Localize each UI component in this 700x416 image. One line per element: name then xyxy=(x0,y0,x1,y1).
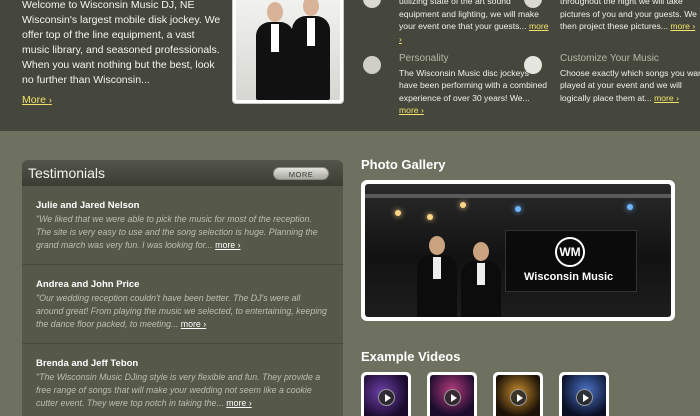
feature-personality-more-link[interactable]: more › xyxy=(399,105,424,115)
intro-more-label: More xyxy=(22,94,46,106)
intro-more-link[interactable]: More › xyxy=(22,94,52,106)
banner-logo: WM xyxy=(555,237,585,267)
gallery-person-left xyxy=(417,236,457,317)
stage-banner: WM Wisconsin Music xyxy=(505,230,637,292)
banner-text: Wisconsin Music xyxy=(524,271,614,283)
testimonial-name: Andrea and John Price xyxy=(36,279,140,290)
video-thumbnail[interactable] xyxy=(559,372,609,416)
stage-light xyxy=(627,204,633,210)
example-videos-title: Example Videos xyxy=(361,349,461,364)
stage-light xyxy=(515,206,521,212)
testimonial-item: Brenda and Jeff Tebon "The Wisconsin Mus… xyxy=(22,344,343,416)
testimonial-quote: "The Wisconsin Music DJing style is very… xyxy=(36,371,329,410)
play-icon xyxy=(444,389,461,406)
photo-gallery-frame[interactable]: WM Wisconsin Music xyxy=(361,180,675,321)
feature-photos: throughout the night we will take pictur… xyxy=(560,0,700,33)
feature-customize: Customize Your Music Choose exactly whic… xyxy=(560,53,700,104)
testimonial-name: Julie and Jared Nelson xyxy=(36,200,140,211)
stage-light xyxy=(460,202,466,208)
play-icon xyxy=(378,389,395,406)
microphone-icon xyxy=(363,56,381,74)
feature-personality-text: The Wisconsin Music disc jockeys have be… xyxy=(399,67,548,103)
lighting-truss xyxy=(365,194,671,198)
testimonials-more-button[interactable]: MORE xyxy=(273,166,329,180)
testimonial-more-link[interactable]: more › xyxy=(181,319,206,329)
gallery-photo: WM Wisconsin Music xyxy=(365,184,671,317)
video-thumbnail[interactable] xyxy=(493,372,543,416)
feature-customize-title: Customize Your Music xyxy=(560,53,659,64)
gallery-person-right xyxy=(461,242,501,317)
testimonial-more-link[interactable]: more › xyxy=(226,398,251,408)
stage-light xyxy=(395,210,401,216)
intro-text: Welcome to Wisconsin Music DJ, NE Wiscon… xyxy=(22,0,221,86)
music-disc-icon xyxy=(524,56,542,74)
video-thumbnail[interactable] xyxy=(427,372,477,416)
feature-lighting-text: utilizing state of the art sound equipme… xyxy=(399,0,539,31)
testimonial-item: Julie and Jared Nelson "We liked that we… xyxy=(22,186,343,265)
feature-customize-text: Choose exactly which songs you want play… xyxy=(560,67,700,103)
stage-light xyxy=(427,214,433,220)
testimonial-quote-text: "The Wisconsin Music DJing style is very… xyxy=(36,372,321,408)
play-icon xyxy=(576,389,593,406)
videos-strip xyxy=(361,372,681,416)
testimonials-header: Testimonials MORE xyxy=(22,160,343,186)
testimonials-panel: Testimonials MORE Julie and Jared Nelson… xyxy=(22,160,343,416)
testimonial-item: Andrea and John Price "Our wedding recep… xyxy=(22,265,343,344)
testimonial-quote: "Our wedding reception couldn't have bee… xyxy=(36,292,329,331)
feature-photos-more-link[interactable]: more › xyxy=(670,21,695,31)
dj-person-right xyxy=(292,0,330,100)
feature-lighting: utilizing state of the art sound equipme… xyxy=(399,0,549,45)
testimonial-quote: "We liked that we were able to pick the … xyxy=(36,213,329,252)
dj-person-left xyxy=(256,2,294,100)
hero-photo xyxy=(232,0,344,104)
intro-more-arrow: › xyxy=(48,95,52,105)
feature-customize-more-link[interactable]: more › xyxy=(654,93,679,103)
photo-gallery-title: Photo Gallery xyxy=(361,157,446,172)
testimonial-more-link[interactable]: more › xyxy=(215,240,240,250)
testimonial-quote-text: "We liked that we were able to pick the … xyxy=(36,214,318,250)
testimonial-name: Brenda and Jeff Tebon xyxy=(36,358,139,369)
hero-photo-image xyxy=(236,0,340,100)
video-thumbnail[interactable] xyxy=(361,372,411,416)
play-icon xyxy=(510,389,527,406)
testimonials-title: Testimonials xyxy=(28,165,106,181)
